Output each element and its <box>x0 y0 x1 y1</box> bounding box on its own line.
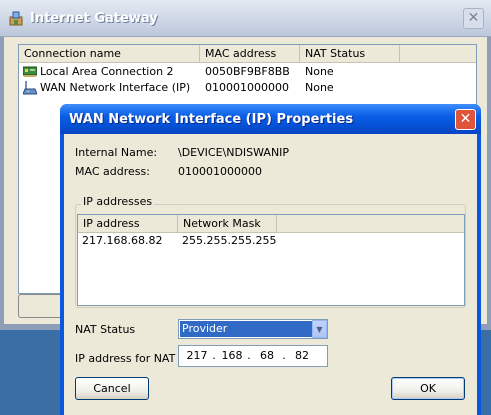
nat-ip-octet-3[interactable]: 68 <box>253 349 281 362</box>
ip-list-header: IP address Network Mask <box>78 215 464 233</box>
connection-nat: None <box>305 65 334 78</box>
dropdown-arrow-icon[interactable]: ▼ <box>312 320 327 338</box>
mac-address-value: 010001000000 <box>178 165 262 178</box>
connection-list-header: Connection name MAC address NAT Status <box>19 45 476 63</box>
cancel-button[interactable]: Cancel <box>75 377 149 400</box>
mac-address-label: MAC address: <box>75 165 150 178</box>
internet-gateway-title: Internet Gateway <box>30 11 158 26</box>
column-empty <box>277 215 464 232</box>
internal-name-value: \DEVICE\NDISWANIP <box>178 146 290 159</box>
connection-mac: 010001000000 <box>205 81 289 94</box>
gateway-app-icon <box>9 11 23 26</box>
table-row[interactable]: 217.168.68.82 255.255.255.255 <box>78 233 464 249</box>
ok-button[interactable]: OK <box>391 377 465 400</box>
nat-ip-octet-1[interactable]: 217 <box>183 349 211 362</box>
network-mask-cell: 255.255.255.255 <box>182 234 277 247</box>
ip-addresses-group-title: IP addresses <box>81 195 155 208</box>
connection-nat: None <box>305 81 334 94</box>
table-row[interactable]: WAN Network Interface (IP) 010001000000 … <box>19 80 476 96</box>
table-row[interactable]: Local Area Connection 2 0050BF9BF8BB Non… <box>19 64 476 80</box>
properties-dialog-close-button[interactable]: ✕ <box>455 109 476 130</box>
nat-ip-label: IP address for NAT <box>75 352 176 365</box>
nat-ip-octet-4[interactable]: 82 <box>288 349 316 362</box>
nat-status-label: NAT Status <box>75 323 136 336</box>
connection-mac: 0050BF9BF8BB <box>205 65 290 78</box>
network-card-icon <box>23 66 37 77</box>
column-ip-address[interactable]: IP address <box>78 215 178 232</box>
internal-name-label: Internal Name: <box>75 146 158 159</box>
connection-name: WAN Network Interface (IP) <box>40 81 191 94</box>
column-nat-status[interactable]: NAT Status <box>300 45 400 62</box>
properties-dialog-title: WAN Network Interface (IP) Properties <box>69 112 354 127</box>
modem-icon <box>23 81 37 95</box>
column-mac-address[interactable]: MAC address <box>200 45 300 62</box>
ip-separator: . <box>247 349 251 362</box>
ip-separator: . <box>282 349 286 362</box>
ip-address-cell: 217.168.68.82 <box>82 234 163 247</box>
column-connection-name[interactable]: Connection name <box>19 45 200 62</box>
ip-address-list[interactable]: IP address Network Mask 217.168.68.82 25… <box>77 214 465 306</box>
column-network-mask[interactable]: Network Mask <box>178 215 277 232</box>
internet-gateway-close-button[interactable]: ✕ <box>463 8 484 29</box>
connection-name: Local Area Connection 2 <box>40 65 174 78</box>
nat-status-selected-value[interactable]: Provider <box>180 321 312 337</box>
nat-ip-octet-2[interactable]: 168 <box>218 349 246 362</box>
ip-separator: . <box>212 349 216 362</box>
